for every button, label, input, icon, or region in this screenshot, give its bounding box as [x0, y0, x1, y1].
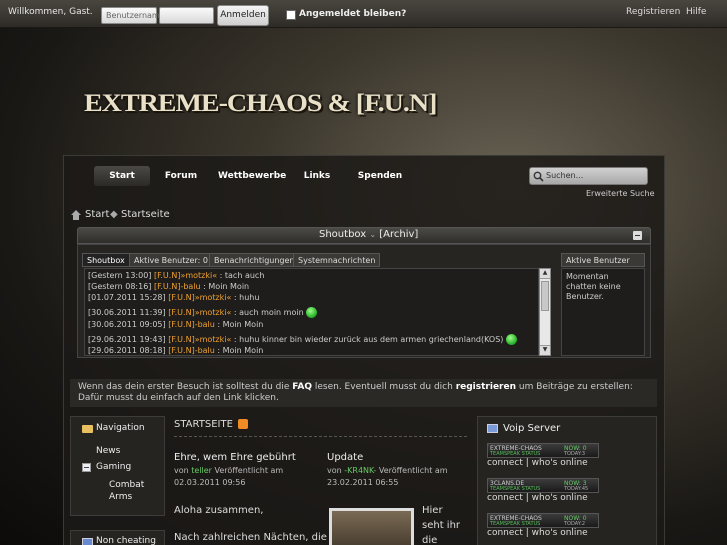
sidebar-item-gaming[interactable]: Gaming — [96, 462, 131, 472]
remember-label: Angemeldet bleiben? — [299, 9, 407, 19]
collapse-icon[interactable] — [633, 231, 642, 240]
home-icon[interactable] — [71, 210, 81, 220]
tab-notifications[interactable]: Benachrichtigungen — [209, 253, 300, 267]
smiley-icon — [505, 334, 517, 345]
list-item: [01.07.2011 15:28] [F.U.N]»motzki« : huh… — [88, 293, 260, 302]
site-logo[interactable]: EXTREME-CHAOS & [F.U.N] — [84, 90, 437, 119]
breadcrumb-start[interactable]: Start — [85, 209, 109, 220]
message-user[interactable]: [F.U.N]-balu — [168, 346, 215, 355]
list-item: [29.06.2011 08:18] [F.U.N]-balu : Moin M… — [88, 346, 264, 355]
advanced-search-link[interactable]: Erweiterte Suche — [586, 189, 655, 198]
connect-link[interactable]: connect | who's online — [487, 528, 588, 538]
search-placeholder: Suchen... — [546, 171, 584, 180]
list-item: [Gestern 08:16] [F.U.N]-balu : Moin Moin — [88, 282, 250, 291]
shoutbox-archive-link[interactable]: [Archiv] — [379, 229, 418, 240]
help-link[interactable]: Hilfe — [686, 7, 706, 17]
welcome-notice: Wenn das dein erster Besuch ist solltest… — [70, 379, 657, 407]
shoutbox-title[interactable]: Shoutbox ⌄ [Archiv] — [319, 229, 418, 240]
tab-system-messages[interactable]: Systemnachrichten — [293, 253, 381, 267]
article-text: Hier seht ihr die neuen — [422, 505, 461, 545]
monitor-icon — [487, 424, 498, 433]
article-meta: von -KR4NK- Veröffentlicht am 23.02.2011… — [327, 466, 448, 487]
nav-start[interactable]: Start — [94, 166, 150, 186]
login-button[interactable]: Anmelden — [217, 5, 269, 26]
scroll-thumb[interactable] — [541, 281, 549, 311]
breadcrumb-current: Startseite — [121, 209, 170, 220]
register-link[interactable]: Registrieren — [626, 7, 680, 17]
non-cheating-title: Non cheating — [96, 536, 156, 545]
divider — [174, 436, 467, 437]
article-thumbnail[interactable] — [329, 508, 414, 545]
article-meta: von teller Veröffentlicht am 02.03.2011 … — [174, 466, 284, 487]
password-field[interactable] — [159, 7, 214, 24]
active-users-text: Momentan chatten keine Benutzer. — [561, 268, 645, 356]
message-user[interactable]: [F.U.N]»motzki« — [168, 293, 231, 302]
message-user[interactable]: [F.U.N]»motzki« — [168, 335, 231, 344]
faq-link[interactable]: FAQ — [292, 382, 312, 392]
smiley-icon — [306, 307, 318, 318]
article-author[interactable]: -KR4NK- — [344, 466, 376, 475]
sidebar-item-combat-arms[interactable]: Combat Arms — [109, 479, 159, 503]
voip-title: Voip Server — [503, 423, 561, 434]
article-text: Nach zahlreichen Nächten, die — [174, 532, 327, 543]
search-icon — [533, 171, 544, 182]
teamspeak-banner[interactable]: 3CLANS.DE TEAMSPEAK STATUS NOW: 3 TODAY:45 — [487, 478, 599, 493]
list-item: [30.06.2011 11:39] [F.U.N]»motzki« : auc… — [88, 307, 318, 318]
shoutbox-messages: [Gestern 13:00] [F.U.N]»motzki« : tach a… — [84, 268, 539, 356]
connect-link[interactable]: connect | who's online — [487, 493, 588, 503]
rss-icon[interactable] — [238, 419, 249, 429]
expand-icon[interactable] — [82, 463, 91, 472]
folder-icon — [82, 425, 93, 433]
list-item: [Gestern 13:00] [F.U.N]»motzki« : tach a… — [88, 271, 265, 280]
search-input[interactable]: Suchen... — [529, 167, 648, 185]
tab-shoutbox[interactable]: Shoutbox — [82, 253, 130, 267]
message-user[interactable]: [F.U.N]-balu — [154, 282, 201, 291]
article-author[interactable]: teller — [191, 466, 212, 475]
article-title[interactable]: Ehre, wem Ehre gebührt — [174, 452, 296, 463]
connect-link[interactable]: connect | who's online — [487, 458, 588, 468]
article-title[interactable]: Update — [327, 452, 363, 463]
breadcrumb-separator-icon: ◆ — [110, 209, 118, 220]
scroll-up-icon[interactable]: ▲ — [540, 269, 550, 279]
window-icon — [82, 538, 93, 545]
username-field[interactable]: Benutzername — [101, 7, 165, 24]
scroll-down-icon[interactable]: ▼ — [540, 345, 550, 355]
message-user[interactable]: [F.U.N]»motzki« — [168, 308, 231, 317]
remember-checkbox[interactable] — [286, 10, 296, 20]
active-users-header: Aktive Benutzer — [561, 253, 645, 267]
nav-links[interactable]: Links — [298, 166, 336, 186]
teamspeak-banner[interactable]: EXTREME-CHAOS TEAMSPEAK STATUS NOW: 0 TODAY… — [487, 513, 599, 528]
sidebar-item-news[interactable]: News — [96, 446, 120, 456]
nav-spenden[interactable]: Spenden — [354, 166, 406, 186]
message-user[interactable]: [F.U.N]-balu — [168, 320, 215, 329]
teamspeak-banner[interactable]: EXTREME-CHAOS TEAMSPEAK STATUS NOW: 0 TODAY… — [487, 443, 599, 458]
nav-wettbewerbe[interactable]: Wettbewerbe — [218, 166, 286, 186]
tab-active-users[interactable]: Aktive Benutzer: 0 — [129, 253, 213, 267]
nav-forum[interactable]: Forum — [160, 166, 202, 186]
sidebar-title: Navigation — [96, 423, 145, 433]
welcome-text: Willkommen, Gast. — [8, 7, 93, 17]
shoutbox-scrollbar[interactable]: ▲ ▼ — [539, 268, 551, 356]
message-user[interactable]: [F.U.N]»motzki« — [154, 271, 217, 280]
article-text: Aloha zusammen, — [174, 505, 264, 516]
list-item: [30.06.2011 09:05] [F.U.N]-balu : Moin M… — [88, 320, 264, 329]
page-title: STARTSEITE — [174, 419, 249, 430]
register-notice-link[interactable]: registrieren — [456, 382, 516, 392]
list-item: [29.06.2011 19:43] [F.U.N]»motzki« : huh… — [88, 334, 517, 345]
